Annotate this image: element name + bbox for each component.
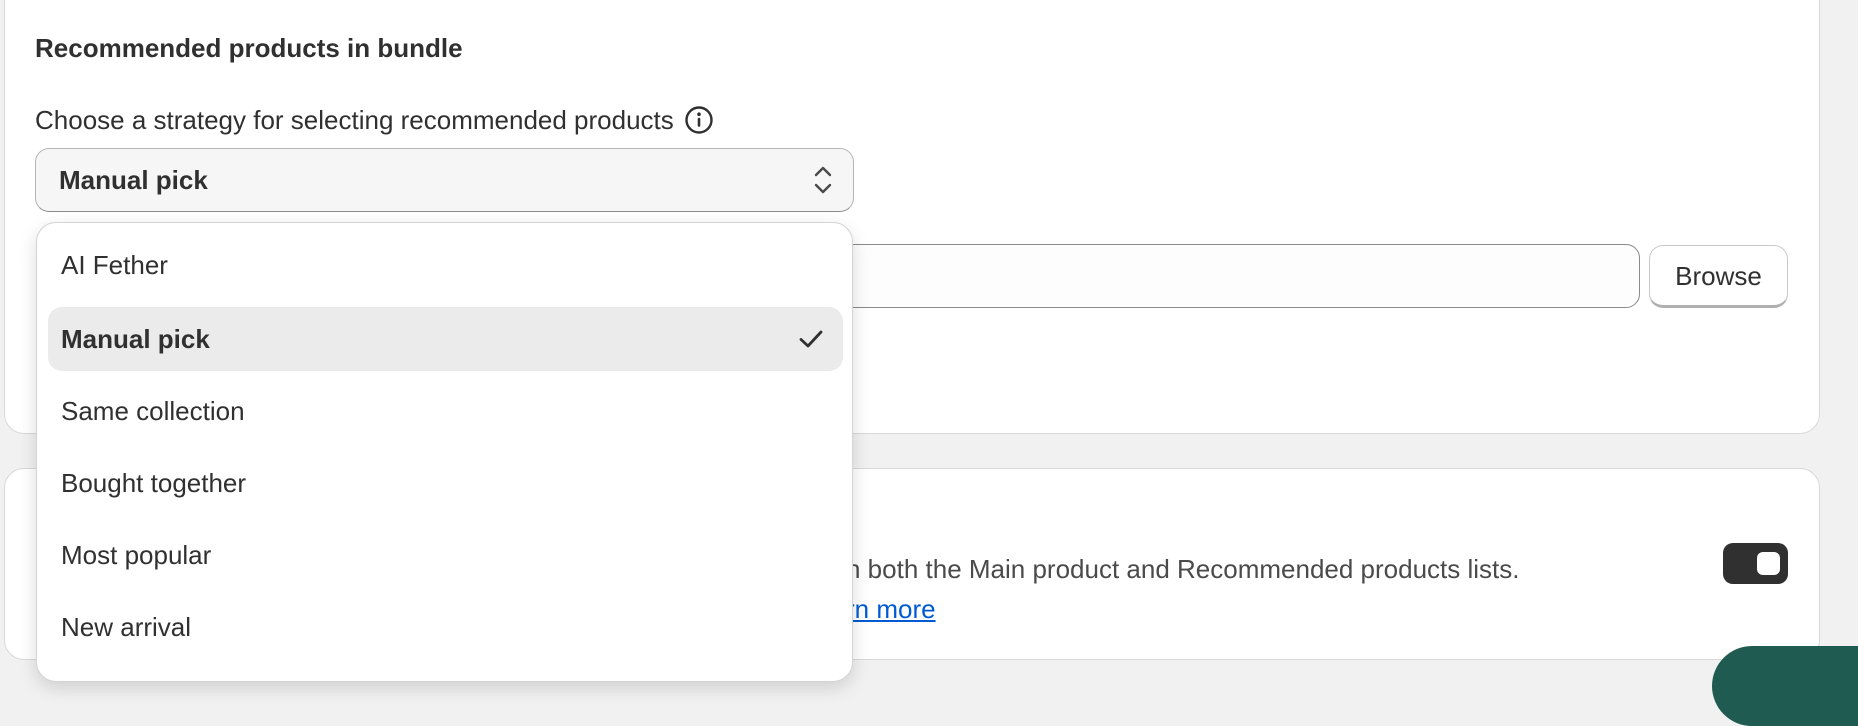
strategy-select[interactable]: Manual pick bbox=[35, 148, 854, 212]
option-label: Bought together bbox=[61, 468, 247, 498]
strategy-label-row: Choose a strategy for selecting recommen… bbox=[35, 102, 714, 138]
product-search-input[interactable] bbox=[760, 244, 1640, 308]
option-ai-fether[interactable]: AI Fether bbox=[48, 233, 843, 297]
checkmark-icon bbox=[797, 325, 825, 353]
option-new-arrival[interactable]: New arrival bbox=[48, 595, 843, 659]
select-chevron-icon bbox=[811, 163, 835, 197]
strategy-select-value: Manual pick bbox=[59, 165, 208, 195]
toggle-knob bbox=[1757, 552, 1780, 575]
section-title: Recommended products in bundle bbox=[35, 33, 463, 63]
browse-button[interactable]: Browse bbox=[1649, 245, 1788, 308]
feature-toggle[interactable] bbox=[1723, 543, 1788, 584]
strategy-dropdown-menu: AI Fether Manual pick Same collection Bo… bbox=[36, 222, 853, 682]
option-same-collection[interactable]: Same collection bbox=[48, 379, 843, 443]
info-icon[interactable] bbox=[684, 105, 714, 135]
option-label: Same collection bbox=[61, 396, 245, 426]
learn-more-link[interactable]: rn more bbox=[846, 591, 936, 627]
option-most-popular[interactable]: Most popular bbox=[48, 523, 843, 587]
option-label: Manual pick bbox=[61, 324, 210, 354]
option-label: AI Fether bbox=[61, 250, 168, 280]
option-label: Most popular bbox=[61, 540, 212, 570]
option-bought-together[interactable]: Bought together bbox=[48, 451, 843, 515]
option-label: New arrival bbox=[61, 612, 192, 642]
option-description: n both the Main product and Recommended … bbox=[846, 554, 1520, 584]
chat-fab[interactable] bbox=[1712, 646, 1858, 726]
strategy-label: Choose a strategy for selecting recommen… bbox=[35, 105, 674, 135]
option-manual-pick[interactable]: Manual pick bbox=[48, 307, 843, 371]
